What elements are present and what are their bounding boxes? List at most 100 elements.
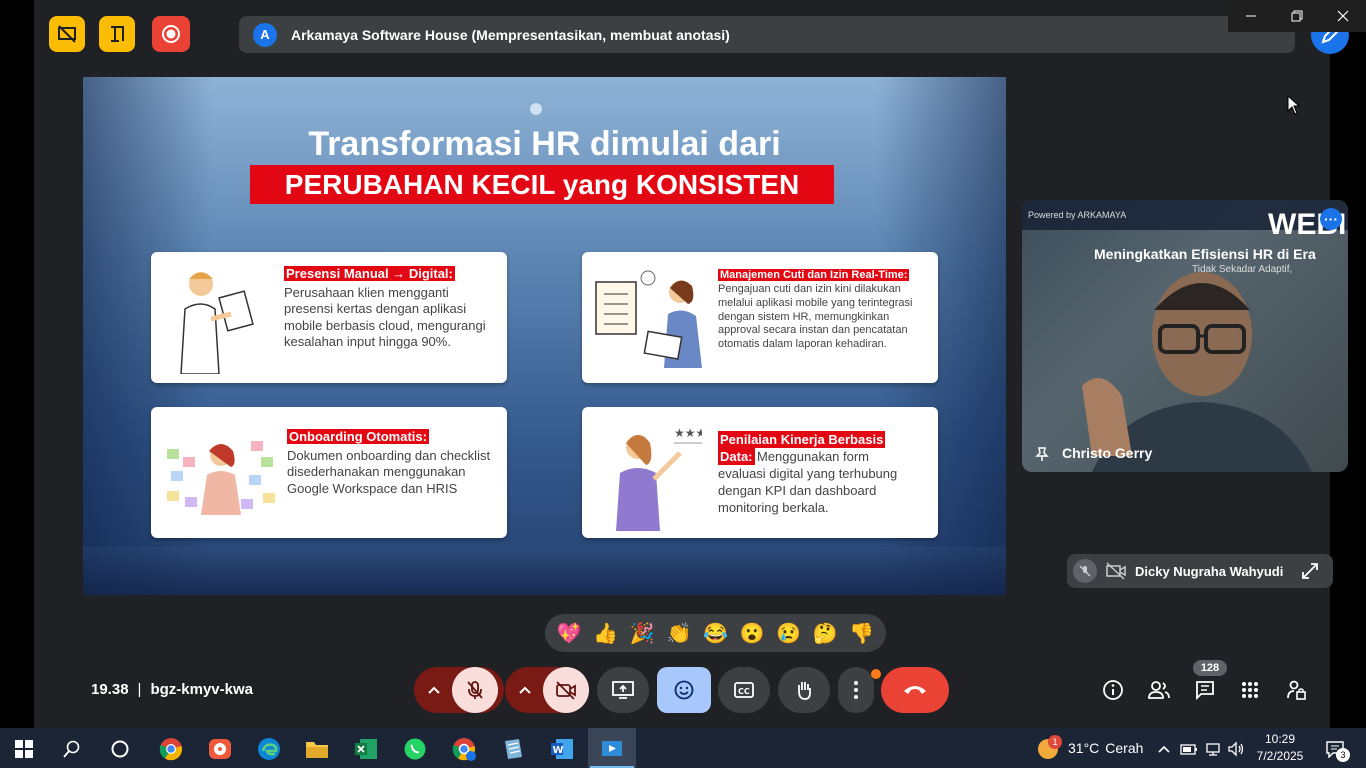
search-icon <box>63 740 80 758</box>
leave-call-button[interactable] <box>881 667 949 713</box>
participant-tile-christo[interactable]: Powered by ARKAMAYA WEBI Meningkatkan Ef… <box>1022 200 1348 472</box>
sticky-notes-woman-icon <box>167 441 275 515</box>
present-screen-icon <box>612 681 634 699</box>
card-onboarding: Onboarding Otomatis: Dokumen onboarding … <box>151 407 507 538</box>
hand-icon <box>798 682 811 700</box>
recording-button[interactable] <box>152 16 190 52</box>
restore-icon <box>1291 10 1303 22</box>
speaker-icon <box>1228 741 1244 757</box>
participant-tile-dicky[interactable]: Dicky Nugraha Wahyudi <box>1067 554 1333 588</box>
frame-icon <box>111 26 124 42</box>
meeting-time: 19.38 <box>91 681 129 698</box>
rating-woman-icon: ★★★ <box>616 426 702 531</box>
audio-options-button[interactable] <box>414 667 454 713</box>
file-explorer-taskbar-button[interactable] <box>302 734 332 764</box>
chat-icon <box>1196 681 1214 701</box>
system-clock[interactable]: 10:29 7/2/2025 <box>1252 731 1308 765</box>
start-button[interactable] <box>9 734 39 764</box>
record-icon <box>162 25 180 43</box>
lock-person-icon <box>1287 680 1306 700</box>
presenter-status: Arkamaya Software House (Mempresentasika… <box>291 26 730 43</box>
stop-presenting-button[interactable] <box>49 16 85 52</box>
camera-off-icon <box>1106 562 1126 580</box>
reaction-thumbs-up[interactable]: 👍 <box>593 621 618 646</box>
meeting-separator: | <box>137 681 142 698</box>
chat-button[interactable] <box>1191 676 1219 704</box>
chevron-up-icon <box>519 686 531 694</box>
volume-button[interactable] <box>1221 734 1251 764</box>
card-penilaian: ★★★ Penilaian Kinerja Berbasis Data: Men… <box>582 407 938 538</box>
weather-condition: Cerah <box>1105 740 1144 756</box>
meet-window: A Arkamaya Software House (Mempresentasi… <box>34 0 1349 728</box>
restore-button[interactable] <box>1274 0 1320 32</box>
card-body: evaluasi digital yang terhubung dengan K… <box>718 466 898 515</box>
card-body: Perusahaan klien mengganti presensi kert… <box>284 285 486 349</box>
person-reading-icon <box>180 272 254 374</box>
ceiling-light <box>530 103 542 115</box>
card-cuti: Manajemen Cuti dan Izin Real-Time: Penga… <box>582 252 938 383</box>
expand-icon[interactable] <box>1301 562 1319 580</box>
network-icon <box>1206 743 1220 756</box>
paint-taskbar-button[interactable] <box>205 734 235 764</box>
cortana-button[interactable] <box>105 734 135 764</box>
reaction-bar: 💖 👍 🎉 👏 😂 😮 😢 🤔 👎 <box>545 614 886 652</box>
participant-video-person <box>1082 272 1312 472</box>
pin-icon[interactable] <box>1034 446 1050 462</box>
chevron-up-icon <box>428 686 440 694</box>
chrome-profile-taskbar-button[interactable] <box>449 734 479 764</box>
reactions-button[interactable] <box>657 667 711 713</box>
card-body: Pengajuan cuti dan izin kini dilakukan m… <box>718 283 913 350</box>
captions-button[interactable]: CC <box>718 667 770 713</box>
layout-button[interactable] <box>99 16 135 52</box>
people-button[interactable] <box>1145 676 1173 704</box>
action-center-button[interactable]: 3 <box>1320 734 1350 764</box>
mic-off-icon <box>467 681 483 699</box>
video-options-button[interactable] <box>505 667 545 713</box>
presentation-slide: Transformasi HR dimulai dari PERUBAHAN K… <box>83 77 1006 595</box>
presenting-banner: A Arkamaya Software House (Mempresentasi… <box>239 16 1295 53</box>
mic-off-icon <box>1073 559 1097 583</box>
reaction-thinking[interactable]: 🤔 <box>813 621 838 646</box>
reaction-surprised[interactable]: 😮 <box>740 621 765 646</box>
mic-toggle-button[interactable] <box>452 667 498 713</box>
meeting-details-button[interactable] <box>1099 676 1127 704</box>
sun-cloud-icon: 1 <box>1038 735 1062 759</box>
camera-toggle-button[interactable] <box>543 667 589 713</box>
reaction-clap[interactable]: 👏 <box>666 621 691 646</box>
app-taskbar-button[interactable] <box>498 734 528 764</box>
excel-icon <box>355 739 377 759</box>
reaction-sad[interactable]: 😢 <box>776 621 801 646</box>
reaction-party[interactable]: 🎉 <box>630 621 655 646</box>
excel-taskbar-button[interactable] <box>351 734 381 764</box>
weather-widget[interactable]: 1 31°C Cerah <box>1038 735 1144 759</box>
word-taskbar-button[interactable]: W <box>547 734 577 764</box>
host-controls-button[interactable] <box>1282 676 1310 704</box>
minimize-button[interactable] <box>1228 0 1274 32</box>
card-heading-continued: Data: <box>718 448 755 465</box>
card-heading: Penilaian Kinerja Berbasis <box>718 431 886 448</box>
reaction-laugh[interactable]: 😂 <box>703 621 728 646</box>
slideshow-taskbar-button[interactable] <box>597 734 627 764</box>
more-options-icon[interactable]: ··· <box>1320 208 1342 230</box>
whatsapp-taskbar-button[interactable] <box>400 734 430 764</box>
chrome-taskbar-button[interactable] <box>156 734 186 764</box>
activities-button[interactable] <box>1236 676 1264 704</box>
edge-taskbar-button[interactable] <box>254 734 284 764</box>
raise-hand-button[interactable] <box>778 667 830 713</box>
mouse-cursor-icon <box>1287 95 1301 115</box>
close-button[interactable] <box>1320 0 1366 32</box>
chrome-icon <box>159 738 183 761</box>
folder-icon <box>306 742 328 758</box>
svg-text:★★★: ★★★ <box>674 426 702 440</box>
more-options-button[interactable] <box>838 667 874 713</box>
clock-time: 10:29 <box>1264 732 1296 746</box>
end-call-icon <box>904 686 926 694</box>
present-screen-button[interactable] <box>597 667 649 713</box>
weather-notification-badge: 1 <box>1048 735 1062 749</box>
reaction-thumbs-down[interactable]: 👎 <box>849 621 874 646</box>
search-button[interactable] <box>57 734 87 764</box>
reaction-heart[interactable]: 💖 <box>557 621 582 646</box>
minimize-icon <box>1246 15 1256 17</box>
presenter-avatar: A <box>253 22 277 47</box>
notification-dot <box>871 669 881 679</box>
